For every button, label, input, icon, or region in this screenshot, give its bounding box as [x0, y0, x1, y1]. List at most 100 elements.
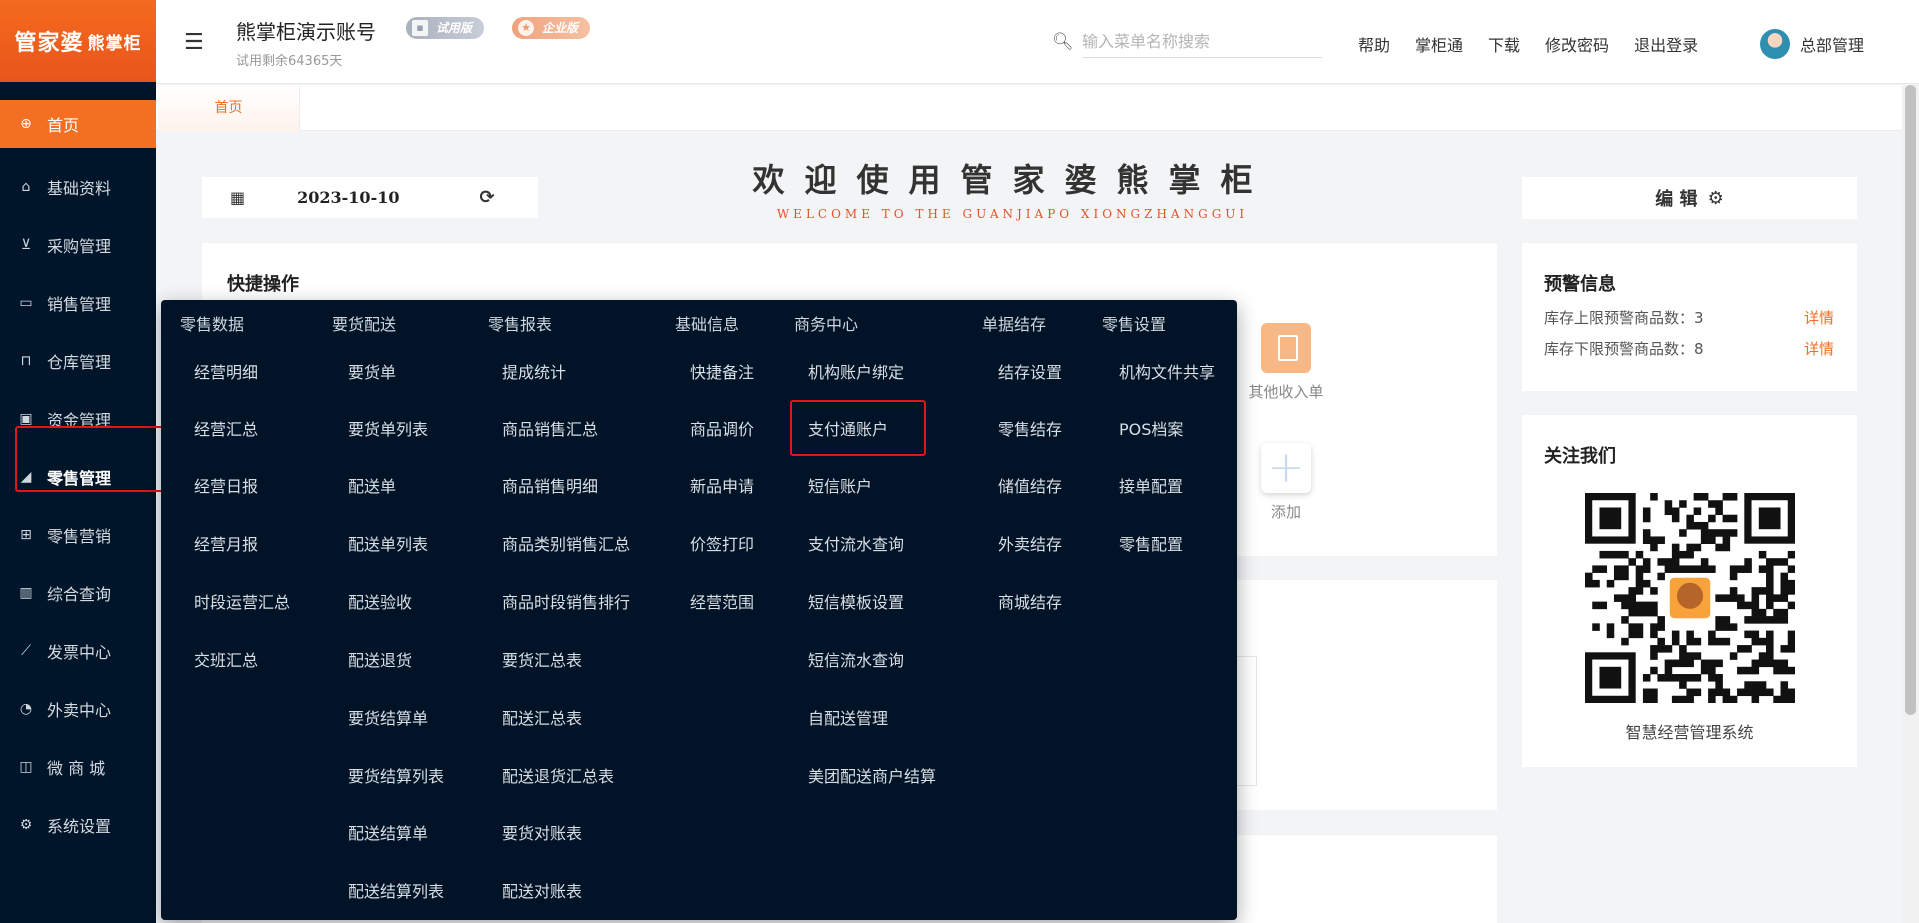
menu-item[interactable]: 储值结存	[998, 473, 1062, 497]
menu-item[interactable]: 交班汇总	[194, 647, 258, 671]
sidebar-item-2[interactable]: ⊻ 采购管理	[0, 216, 156, 274]
qr-module	[1737, 645, 1745, 653]
menu-item[interactable]: 零售结存	[998, 416, 1062, 440]
menu-item[interactable]: 经营月报	[194, 531, 258, 555]
qr-module	[1650, 601, 1658, 610]
qr-module	[1708, 514, 1716, 523]
menu-item[interactable]: 要货汇总表	[502, 647, 582, 671]
menu-item[interactable]: 零售配置	[1119, 531, 1183, 555]
help-link[interactable]: 帮助	[1358, 32, 1390, 56]
refresh-icon[interactable]: ⟳	[479, 187, 494, 208]
menu-item[interactable]: 短信流水查询	[808, 647, 904, 671]
menu-item[interactable]: 经营范围	[690, 589, 754, 613]
menu-item[interactable]: 要货对账表	[502, 820, 582, 844]
menu-item[interactable]: 机构文件共享	[1119, 359, 1215, 383]
menu-item[interactable]: 配送退货汇总表	[502, 763, 614, 787]
menu-item[interactable]: 接单配置	[1119, 473, 1183, 497]
menu-item[interactable]: 商品时段销售排行	[502, 589, 630, 613]
menu-item[interactable]: 外卖结存	[998, 531, 1062, 555]
warning-detail-link[interactable]: 详情	[1804, 338, 1834, 359]
zhangguitong-link[interactable]: 掌柜通	[1415, 32, 1463, 56]
menu-item[interactable]: 要货单	[348, 359, 396, 383]
sidebar-item-8[interactable]: ▥ 综合查询	[0, 564, 156, 622]
sidebar-item-4[interactable]: ⊓ 仓库管理	[0, 332, 156, 390]
menu-item[interactable]: 新品申请	[690, 473, 754, 497]
sidebar-item-0[interactable]: ⊕ 首页	[0, 100, 156, 148]
menu-item[interactable]: 经营汇总	[194, 416, 258, 440]
warning-detail-link[interactable]: 详情	[1804, 307, 1834, 328]
change-password-link[interactable]: 修改密码	[1545, 32, 1609, 56]
menu-item[interactable]: 结存设置	[998, 359, 1062, 383]
sidebar-item-10[interactable]: ◔ 外卖中心	[0, 680, 156, 738]
menu-item[interactable]: 商品调价	[690, 416, 754, 440]
qr-module	[1744, 681, 1752, 689]
page-scrollbar[interactable]	[1902, 85, 1919, 923]
menu-item[interactable]: 配送退货	[348, 647, 412, 671]
sidebar-item-7[interactable]: ⊞ 零售营销	[0, 506, 156, 564]
menu-search-input[interactable]	[1082, 26, 1322, 58]
quick-item-add[interactable]: + 添加	[1241, 443, 1331, 522]
plus-icon: +	[1261, 443, 1311, 493]
menu-item[interactable]: 支付通账户	[808, 416, 888, 440]
qr-module	[1729, 565, 1738, 573]
follow-us-title: 关注我们	[1544, 446, 1616, 467]
menu-item[interactable]: 商品类别销售汇总	[502, 531, 630, 555]
sidebar-item-6[interactable]: ◢ 零售管理	[0, 448, 156, 506]
menu-item[interactable]: 时段运营汇总	[194, 589, 290, 613]
menu-item[interactable]: 价签打印	[690, 531, 754, 555]
qr-module	[1650, 608, 1658, 617]
menu-item[interactable]: 短信模板设置	[808, 589, 904, 613]
menu-item[interactable]: 要货结算列表	[348, 763, 444, 787]
qr-module	[1715, 681, 1723, 689]
menu-toggle-icon[interactable]: ☰	[184, 30, 204, 55]
menu-item[interactable]: 机构账户绑定	[808, 359, 904, 383]
menu-item[interactable]: 配送对账表	[502, 878, 582, 902]
sidebar-item-3[interactable]: ▭ 销售管理	[0, 274, 156, 332]
menu-item[interactable]: 快捷备注	[690, 359, 754, 383]
gear-icon: ⚙	[19, 817, 33, 833]
qr-module	[1657, 623, 1665, 631]
menu-item[interactable]: 配送验收	[348, 589, 412, 613]
menu-item[interactable]: POS档案	[1119, 416, 1183, 440]
menu-item[interactable]: 配送汇总表	[502, 705, 582, 729]
menu-item[interactable]: 自配送管理	[808, 705, 888, 729]
brand-logo[interactable]: 管家婆 熊掌柜	[0, 0, 156, 82]
qr-module	[1780, 558, 1789, 566]
sidebar-item-11[interactable]: ◫ 微 商 城	[0, 738, 156, 796]
user-menu[interactable]: 总部管理	[1760, 29, 1864, 59]
sidebar-item-12[interactable]: ⚙ 系统设置	[0, 796, 156, 854]
menu-item[interactable]: 配送单列表	[348, 531, 428, 555]
qr-module	[1613, 572, 1622, 581]
edit-button[interactable]: 编 辑 ⚙	[1522, 177, 1857, 219]
qr-module	[1766, 645, 1774, 653]
qr-module	[1628, 587, 1636, 595]
menu-item[interactable]: 配送单	[348, 473, 396, 497]
menu-item[interactable]: 经营日报	[194, 473, 258, 497]
chart-area-icon: ◢	[20, 469, 32, 485]
menu-item[interactable]: 经营明细	[194, 359, 258, 383]
qr-module	[1700, 529, 1709, 537]
menu-item[interactable]: 支付流水查询	[808, 531, 904, 555]
menu-item[interactable]: 要货单列表	[348, 416, 428, 440]
calendar-chart-icon[interactable]: ▦	[230, 188, 245, 207]
scrollbar-thumb[interactable]	[1905, 85, 1916, 715]
menu-item[interactable]: 商城结存	[998, 589, 1062, 613]
menu-item[interactable]: 配送结算列表	[348, 878, 444, 902]
search-icon[interactable]: 🔍︎	[1052, 32, 1074, 52]
menu-item[interactable]: 短信账户	[808, 473, 872, 497]
menu-item[interactable]: 商品销售明细	[502, 473, 598, 497]
menu-item[interactable]: 美团配送商户结算	[808, 763, 936, 787]
sidebar-item-9[interactable]: ⟋ 发票中心	[0, 622, 156, 680]
quick-item-other-income[interactable]: 其他收入单	[1231, 323, 1341, 402]
menu-item[interactable]: 提成统计	[502, 359, 566, 383]
download-link[interactable]: 下载	[1488, 32, 1520, 56]
logout-link[interactable]: 退出登录	[1634, 32, 1698, 56]
menu-item[interactable]: 要货结算单	[348, 705, 428, 729]
menu-item[interactable]: 商品销售汇总	[502, 416, 598, 440]
tab-home[interactable]: 首页	[158, 85, 300, 131]
menu-item[interactable]: 配送结算单	[348, 820, 428, 844]
qr-module	[1766, 601, 1774, 610]
sidebar-item-1[interactable]: ⌂ 基础资料	[0, 158, 156, 216]
current-date[interactable]: 2023-10-10	[297, 188, 399, 207]
sidebar-item-5[interactable]: ▣ 资金管理	[0, 390, 156, 448]
